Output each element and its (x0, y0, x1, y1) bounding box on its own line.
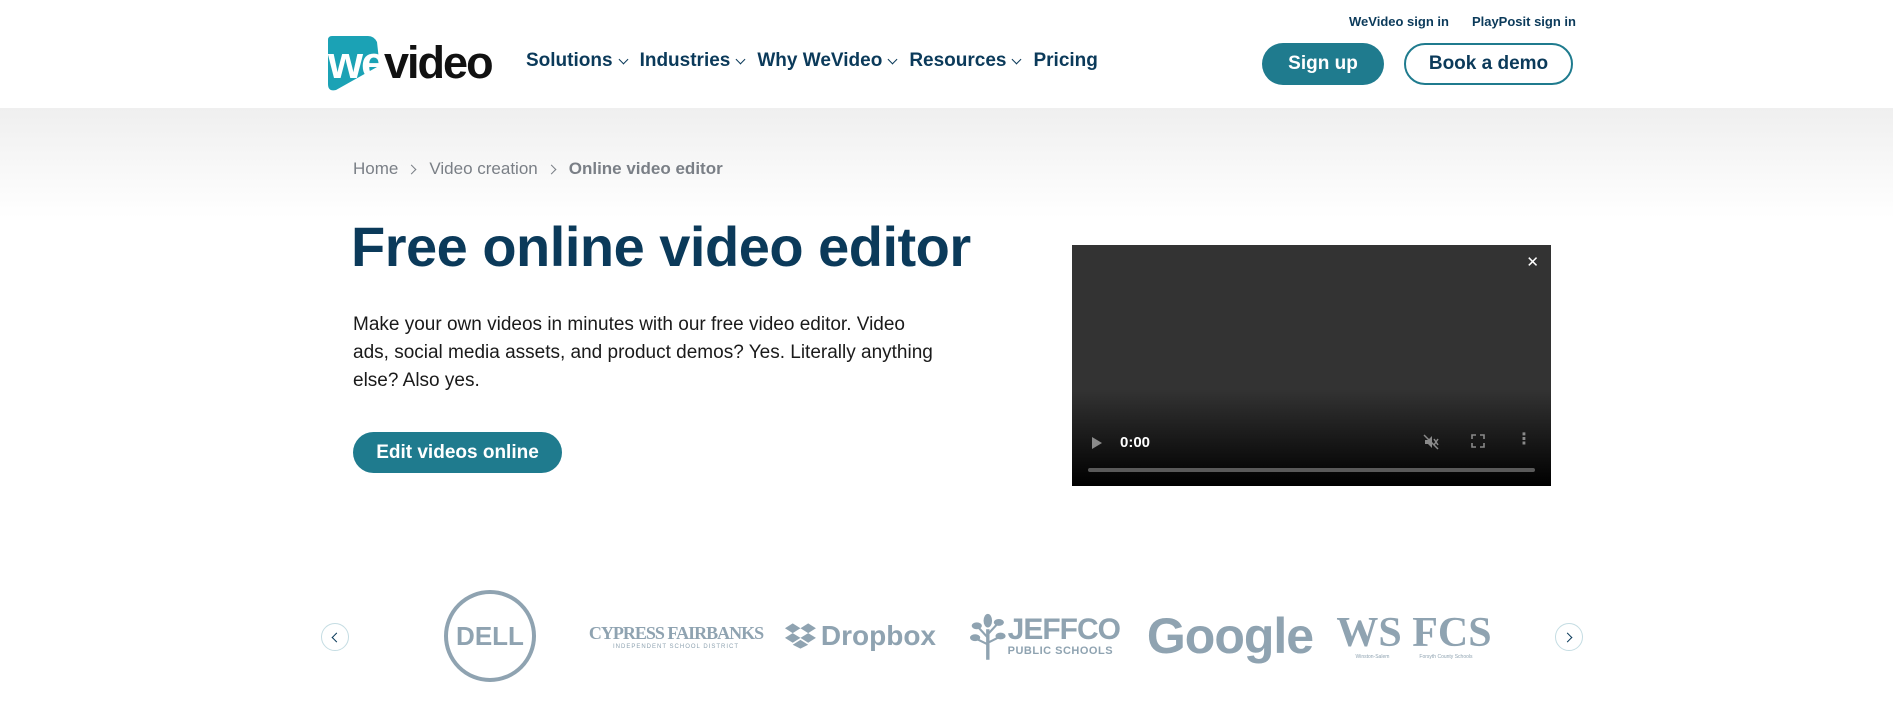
sign-up-button[interactable]: Sign up (1262, 43, 1384, 85)
jeffco-subtext: PUBLIC SCHOOLS (1007, 645, 1114, 657)
nav-label: Industries (639, 50, 731, 71)
video-time: 0:00 (1120, 434, 1151, 451)
google-logo: Google (1147, 590, 1314, 682)
tree-icon (970, 613, 1006, 660)
dropbox-logo: Dropbox (784, 590, 936, 682)
chevron-down-icon (1012, 54, 1022, 64)
cypress-text: CYPRESS FAIRBANKS (588, 622, 764, 643)
chevron-right-icon (1562, 632, 1573, 642)
jeffco-wordmark: JEFFCO PUBLIC SCHOOLS (1007, 613, 1121, 658)
wevideo-sign-in-link[interactable]: WeVideo sign in (1349, 14, 1449, 29)
video-controls: 0:00 ⋮ (1072, 416, 1551, 486)
video-player[interactable]: ✕ 0:00 ⋮ (1072, 245, 1551, 486)
wsfcs-subtext-right: Forsyth County Schools (1419, 654, 1473, 660)
video-progress-bar[interactable] (1088, 468, 1535, 472)
nav-resources[interactable]: Resources (909, 50, 1022, 72)
cypress-subtext: INDEPENDENT SCHOOL DISTRICT (612, 643, 739, 650)
wsfcs-logo: WS FCS Winston-Salem Forsyth County Scho… (1336, 590, 1492, 682)
header-shadow (0, 108, 1893, 218)
breadcrumb-current: Online video editor (568, 159, 723, 178)
mute-icon[interactable] (1423, 434, 1439, 450)
dropbox-icon (784, 623, 816, 649)
main-nav: Solutions Industries Why WeVideo Resourc… (526, 50, 1111, 72)
site-header: wevideo Solutions Industries Why WeVideo… (0, 0, 1893, 108)
breadcrumb-video-creation[interactable]: Video creation (429, 159, 537, 179)
chevron-right-icon (406, 164, 417, 174)
breadcrumb: Home Video creation Online video editor (353, 159, 723, 179)
nav-industries[interactable]: Industries (639, 50, 746, 72)
chevron-left-icon (331, 632, 342, 642)
nav-label: Solutions (526, 50, 613, 71)
nav-label: Why WeVideo (757, 50, 883, 71)
logo-text: wevideo (328, 37, 494, 88)
carousel-prev-button[interactable] (321, 623, 349, 651)
book-demo-button[interactable]: Book a demo (1404, 43, 1573, 85)
chevron-down-icon (618, 54, 629, 64)
carousel-next-button[interactable] (1555, 623, 1583, 651)
nav-solutions[interactable]: Solutions (526, 50, 629, 72)
wevideo-logo[interactable]: wevideo (322, 34, 494, 92)
fullscreen-icon[interactable] (1471, 434, 1485, 448)
playposit-sign-in-link[interactable]: PlayPosit sign in (1472, 14, 1576, 29)
nav-label: Resources (909, 50, 1007, 71)
wsfcs-text: WS FCS (1336, 610, 1492, 656)
nav-why-wevideo[interactable]: Why WeVideo (757, 50, 898, 72)
nav-label: Pricing (1033, 50, 1098, 71)
more-options-icon[interactable]: ⋮ (1516, 432, 1532, 448)
hero-description: Make your own videos in minutes with our… (353, 314, 933, 391)
play-icon[interactable] (1092, 437, 1102, 449)
edit-videos-online-button[interactable]: Edit videos online (353, 432, 562, 473)
chevron-down-icon (887, 54, 898, 64)
google-text: Google (1146, 608, 1314, 664)
chevron-right-icon (546, 164, 557, 174)
jeffco-logo: JEFFCO PUBLIC SCHOOLS (970, 590, 1121, 682)
cypress-fairbanks-logo: CYPRESS FAIRBANKS INDEPENDENT SCHOOL DIS… (589, 590, 764, 682)
dell-logo-image: DELL (444, 590, 536, 682)
wsfcs-subtext-row: Winston-Salem Forsyth County Schools (1356, 654, 1473, 660)
dropbox-text: Dropbox (820, 620, 936, 651)
page-title: Free online video editor (351, 215, 971, 278)
breadcrumb-home[interactable]: Home (353, 159, 398, 179)
dell-text: DELL (456, 621, 524, 651)
nav-pricing[interactable]: Pricing (1033, 50, 1097, 72)
dell-logo: DELL (443, 590, 537, 682)
chevron-down-icon (735, 54, 746, 64)
jeffco-text: JEFFCO (1007, 613, 1121, 646)
close-icon[interactable]: ✕ (1526, 253, 1539, 271)
wsfcs-subtext-left: Winston-Salem (1355, 654, 1390, 660)
top-links: WeVideo sign in PlayPosit sign in (1349, 14, 1576, 29)
